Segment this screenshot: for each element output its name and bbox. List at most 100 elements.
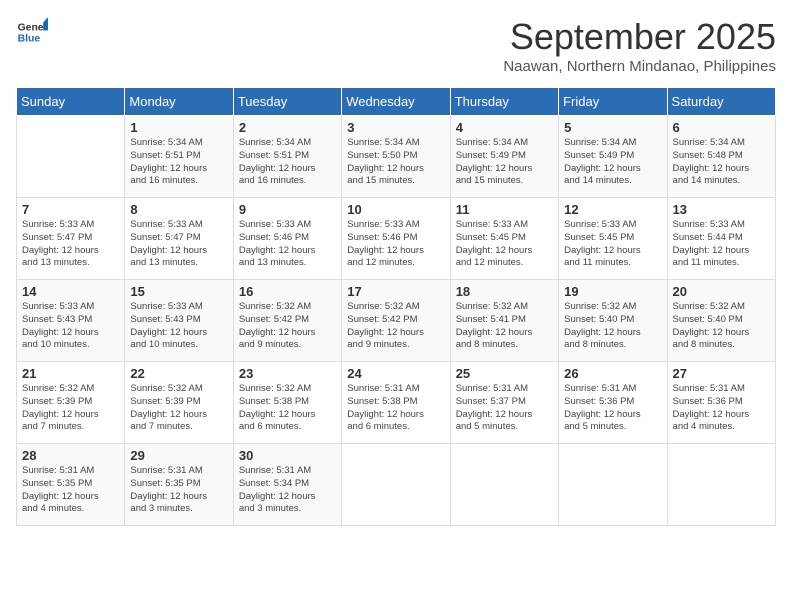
calendar-cell: 16Sunrise: 5:32 AMSunset: 5:42 PMDayligh…: [233, 280, 341, 362]
day-info: Sunrise: 5:33 AMSunset: 5:44 PMDaylight:…: [673, 219, 770, 270]
calendar-cell: [450, 444, 558, 526]
day-of-week-header: Friday: [559, 88, 667, 116]
day-of-week-header: Sunday: [17, 88, 125, 116]
day-number: 13: [673, 202, 770, 217]
day-info: Sunrise: 5:33 AMSunset: 5:47 PMDaylight:…: [130, 219, 227, 270]
day-number: 27: [673, 366, 770, 381]
calendar-cell: 25Sunrise: 5:31 AMSunset: 5:37 PMDayligh…: [450, 362, 558, 444]
calendar-week-row: 28Sunrise: 5:31 AMSunset: 5:35 PMDayligh…: [17, 444, 776, 526]
calendar-cell: 4 Sunrise: 5:34 AMSunset: 5:49 PMDaylight…: [450, 116, 558, 198]
day-number: 19: [564, 284, 661, 299]
day-number: 22: [130, 366, 227, 381]
day-info: Sunrise: 5:34 AMSunset: 5:50 PMDaylight:…: [347, 137, 444, 188]
calendar-cell: 6 Sunrise: 5:34 AMSunset: 5:48 PMDaylight…: [667, 116, 775, 198]
day-info: Sunrise: 5:34 AMSunset: 5:48 PMDaylight:…: [673, 137, 770, 188]
day-number: 20: [673, 284, 770, 299]
calendar-cell: 5 Sunrise: 5:34 AMSunset: 5:49 PMDaylight…: [559, 116, 667, 198]
calendar-cell: 30 Sunrise: 5:31 AMSunset: 5:34 PMDayligh…: [233, 444, 341, 526]
day-info: Sunrise: 5:33 AMSunset: 5:43 PMDaylight:…: [22, 301, 119, 352]
page-header: General Blue September 2025 Naawan, Nort…: [16, 16, 776, 75]
day-info: Sunrise: 5:32 AMSunset: 5:39 PMDaylight:…: [22, 383, 119, 434]
calendar-cell: 15Sunrise: 5:33 AMSunset: 5:43 PMDayligh…: [125, 280, 233, 362]
day-number: 2: [239, 120, 336, 135]
day-info: Sunrise: 5:32 AMSunset: 5:40 PMDaylight:…: [673, 301, 770, 352]
calendar-cell: 28Sunrise: 5:31 AMSunset: 5:35 PMDayligh…: [17, 444, 125, 526]
calendar-cell: 21Sunrise: 5:32 AMSunset: 5:39 PMDayligh…: [17, 362, 125, 444]
calendar-cell: [342, 444, 450, 526]
calendar-cell: [17, 116, 125, 198]
day-number: 1: [130, 120, 227, 135]
day-number: 3: [347, 120, 444, 135]
day-number: 26: [564, 366, 661, 381]
day-number: 11: [456, 202, 553, 217]
day-info: Sunrise: 5:32 AMSunset: 5:39 PMDaylight:…: [130, 383, 227, 434]
calendar-cell: 3 Sunrise: 5:34 AMSunset: 5:50 PMDaylight…: [342, 116, 450, 198]
title-block: September 2025 Naawan, Northern Mindanao…: [503, 16, 776, 75]
day-number: 24: [347, 366, 444, 381]
day-of-week-header: Thursday: [450, 88, 558, 116]
day-info: Sunrise: 5:31 AMSunset: 5:36 PMDaylight:…: [673, 383, 770, 434]
day-info: Sunrise: 5:31 AMSunset: 5:36 PMDaylight:…: [564, 383, 661, 434]
calendar-week-row: 14 Sunrise: 5:33 AMSunset: 5:43 PMDayligh…: [17, 280, 776, 362]
day-info: Sunrise: 5:34 AMSunset: 5:49 PMDaylight:…: [456, 137, 553, 188]
day-info: Sunrise: 5:32 AMSunset: 5:40 PMDaylight:…: [564, 301, 661, 352]
day-number: 25: [456, 366, 553, 381]
day-number: 10: [347, 202, 444, 217]
day-number: 30: [239, 448, 336, 463]
day-info: Sunrise: 5:33 AMSunset: 5:45 PMDaylight:…: [564, 219, 661, 270]
day-info: Sunrise: 5:32 AMSunset: 5:41 PMDaylight:…: [456, 301, 553, 352]
calendar-cell: 18Sunrise: 5:32 AMSunset: 5:41 PMDayligh…: [450, 280, 558, 362]
day-info: Sunrise: 5:31 AMSunset: 5:38 PMDaylight:…: [347, 383, 444, 434]
day-number: 29: [130, 448, 227, 463]
calendar-cell: 1 Sunrise: 5:34 AMSunset: 5:51 PMDaylight…: [125, 116, 233, 198]
calendar-cell: 8 Sunrise: 5:33 AMSunset: 5:47 PMDaylight…: [125, 198, 233, 280]
day-number: 6: [673, 120, 770, 135]
calendar-week-row: 7Sunrise: 5:33 AMSunset: 5:47 PMDaylight…: [17, 198, 776, 280]
day-of-week-header: Wednesday: [342, 88, 450, 116]
calendar-cell: 14 Sunrise: 5:33 AMSunset: 5:43 PMDayligh…: [17, 280, 125, 362]
day-info: Sunrise: 5:33 AMSunset: 5:46 PMDaylight:…: [239, 219, 336, 270]
logo: General Blue: [16, 16, 50, 48]
svg-text:Blue: Blue: [18, 34, 41, 45]
day-info: Sunrise: 5:31 AMSunset: 5:34 PMDaylight:…: [239, 465, 336, 516]
day-number: 23: [239, 366, 336, 381]
calendar-cell: 13 Sunrise: 5:33 AMSunset: 5:44 PMDayligh…: [667, 198, 775, 280]
calendar-cell: 27 Sunrise: 5:31 AMSunset: 5:36 PMDayligh…: [667, 362, 775, 444]
day-number: 4: [456, 120, 553, 135]
day-number: 8: [130, 202, 227, 217]
calendar-cell: 19 Sunrise: 5:32 AMSunset: 5:40 PMDayligh…: [559, 280, 667, 362]
month-title: September 2025: [503, 16, 776, 58]
calendar-cell: 17 Sunrise: 5:32 AMSunset: 5:42 PMDayligh…: [342, 280, 450, 362]
calendar-cell: [667, 444, 775, 526]
day-number: 5: [564, 120, 661, 135]
day-info: Sunrise: 5:32 AMSunset: 5:42 PMDaylight:…: [239, 301, 336, 352]
day-number: 28: [22, 448, 119, 463]
day-info: Sunrise: 5:32 AMSunset: 5:42 PMDaylight:…: [347, 301, 444, 352]
day-of-week-header: Monday: [125, 88, 233, 116]
location-subtitle: Naawan, Northern Mindanao, Philippines: [503, 58, 776, 75]
day-info: Sunrise: 5:33 AMSunset: 5:45 PMDaylight:…: [456, 219, 553, 270]
day-info: Sunrise: 5:33 AMSunset: 5:46 PMDaylight:…: [347, 219, 444, 270]
calendar-cell: 22 Sunrise: 5:32 AMSunset: 5:39 PMDayligh…: [125, 362, 233, 444]
day-number: 17: [347, 284, 444, 299]
calendar-cell: 10 Sunrise: 5:33 AMSunset: 5:46 PMDayligh…: [342, 198, 450, 280]
calendar-week-row: 1 Sunrise: 5:34 AMSunset: 5:51 PMDaylight…: [17, 116, 776, 198]
day-of-week-header: Tuesday: [233, 88, 341, 116]
day-number: 14: [22, 284, 119, 299]
calendar-cell: 23 Sunrise: 5:32 AMSunset: 5:38 PMDayligh…: [233, 362, 341, 444]
day-info: Sunrise: 5:34 AMSunset: 5:51 PMDaylight:…: [239, 137, 336, 188]
calendar-cell: 24 Sunrise: 5:31 AMSunset: 5:38 PMDayligh…: [342, 362, 450, 444]
calendar-cell: 12Sunrise: 5:33 AMSunset: 5:45 PMDayligh…: [559, 198, 667, 280]
day-of-week-header: Saturday: [667, 88, 775, 116]
logo-icon: General Blue: [16, 16, 48, 48]
calendar-cell: 9 Sunrise: 5:33 AMSunset: 5:46 PMDaylight…: [233, 198, 341, 280]
day-info: Sunrise: 5:34 AMSunset: 5:49 PMDaylight:…: [564, 137, 661, 188]
calendar-cell: 20 Sunrise: 5:32 AMSunset: 5:40 PMDayligh…: [667, 280, 775, 362]
day-number: 9: [239, 202, 336, 217]
calendar-header-row: SundayMondayTuesdayWednesdayThursdayFrid…: [17, 88, 776, 116]
calendar-cell: 7Sunrise: 5:33 AMSunset: 5:47 PMDaylight…: [17, 198, 125, 280]
day-info: Sunrise: 5:34 AMSunset: 5:51 PMDaylight:…: [130, 137, 227, 188]
calendar-cell: 29Sunrise: 5:31 AMSunset: 5:35 PMDayligh…: [125, 444, 233, 526]
day-info: Sunrise: 5:32 AMSunset: 5:38 PMDaylight:…: [239, 383, 336, 434]
calendar-cell: 11 Sunrise: 5:33 AMSunset: 5:45 PMDayligh…: [450, 198, 558, 280]
